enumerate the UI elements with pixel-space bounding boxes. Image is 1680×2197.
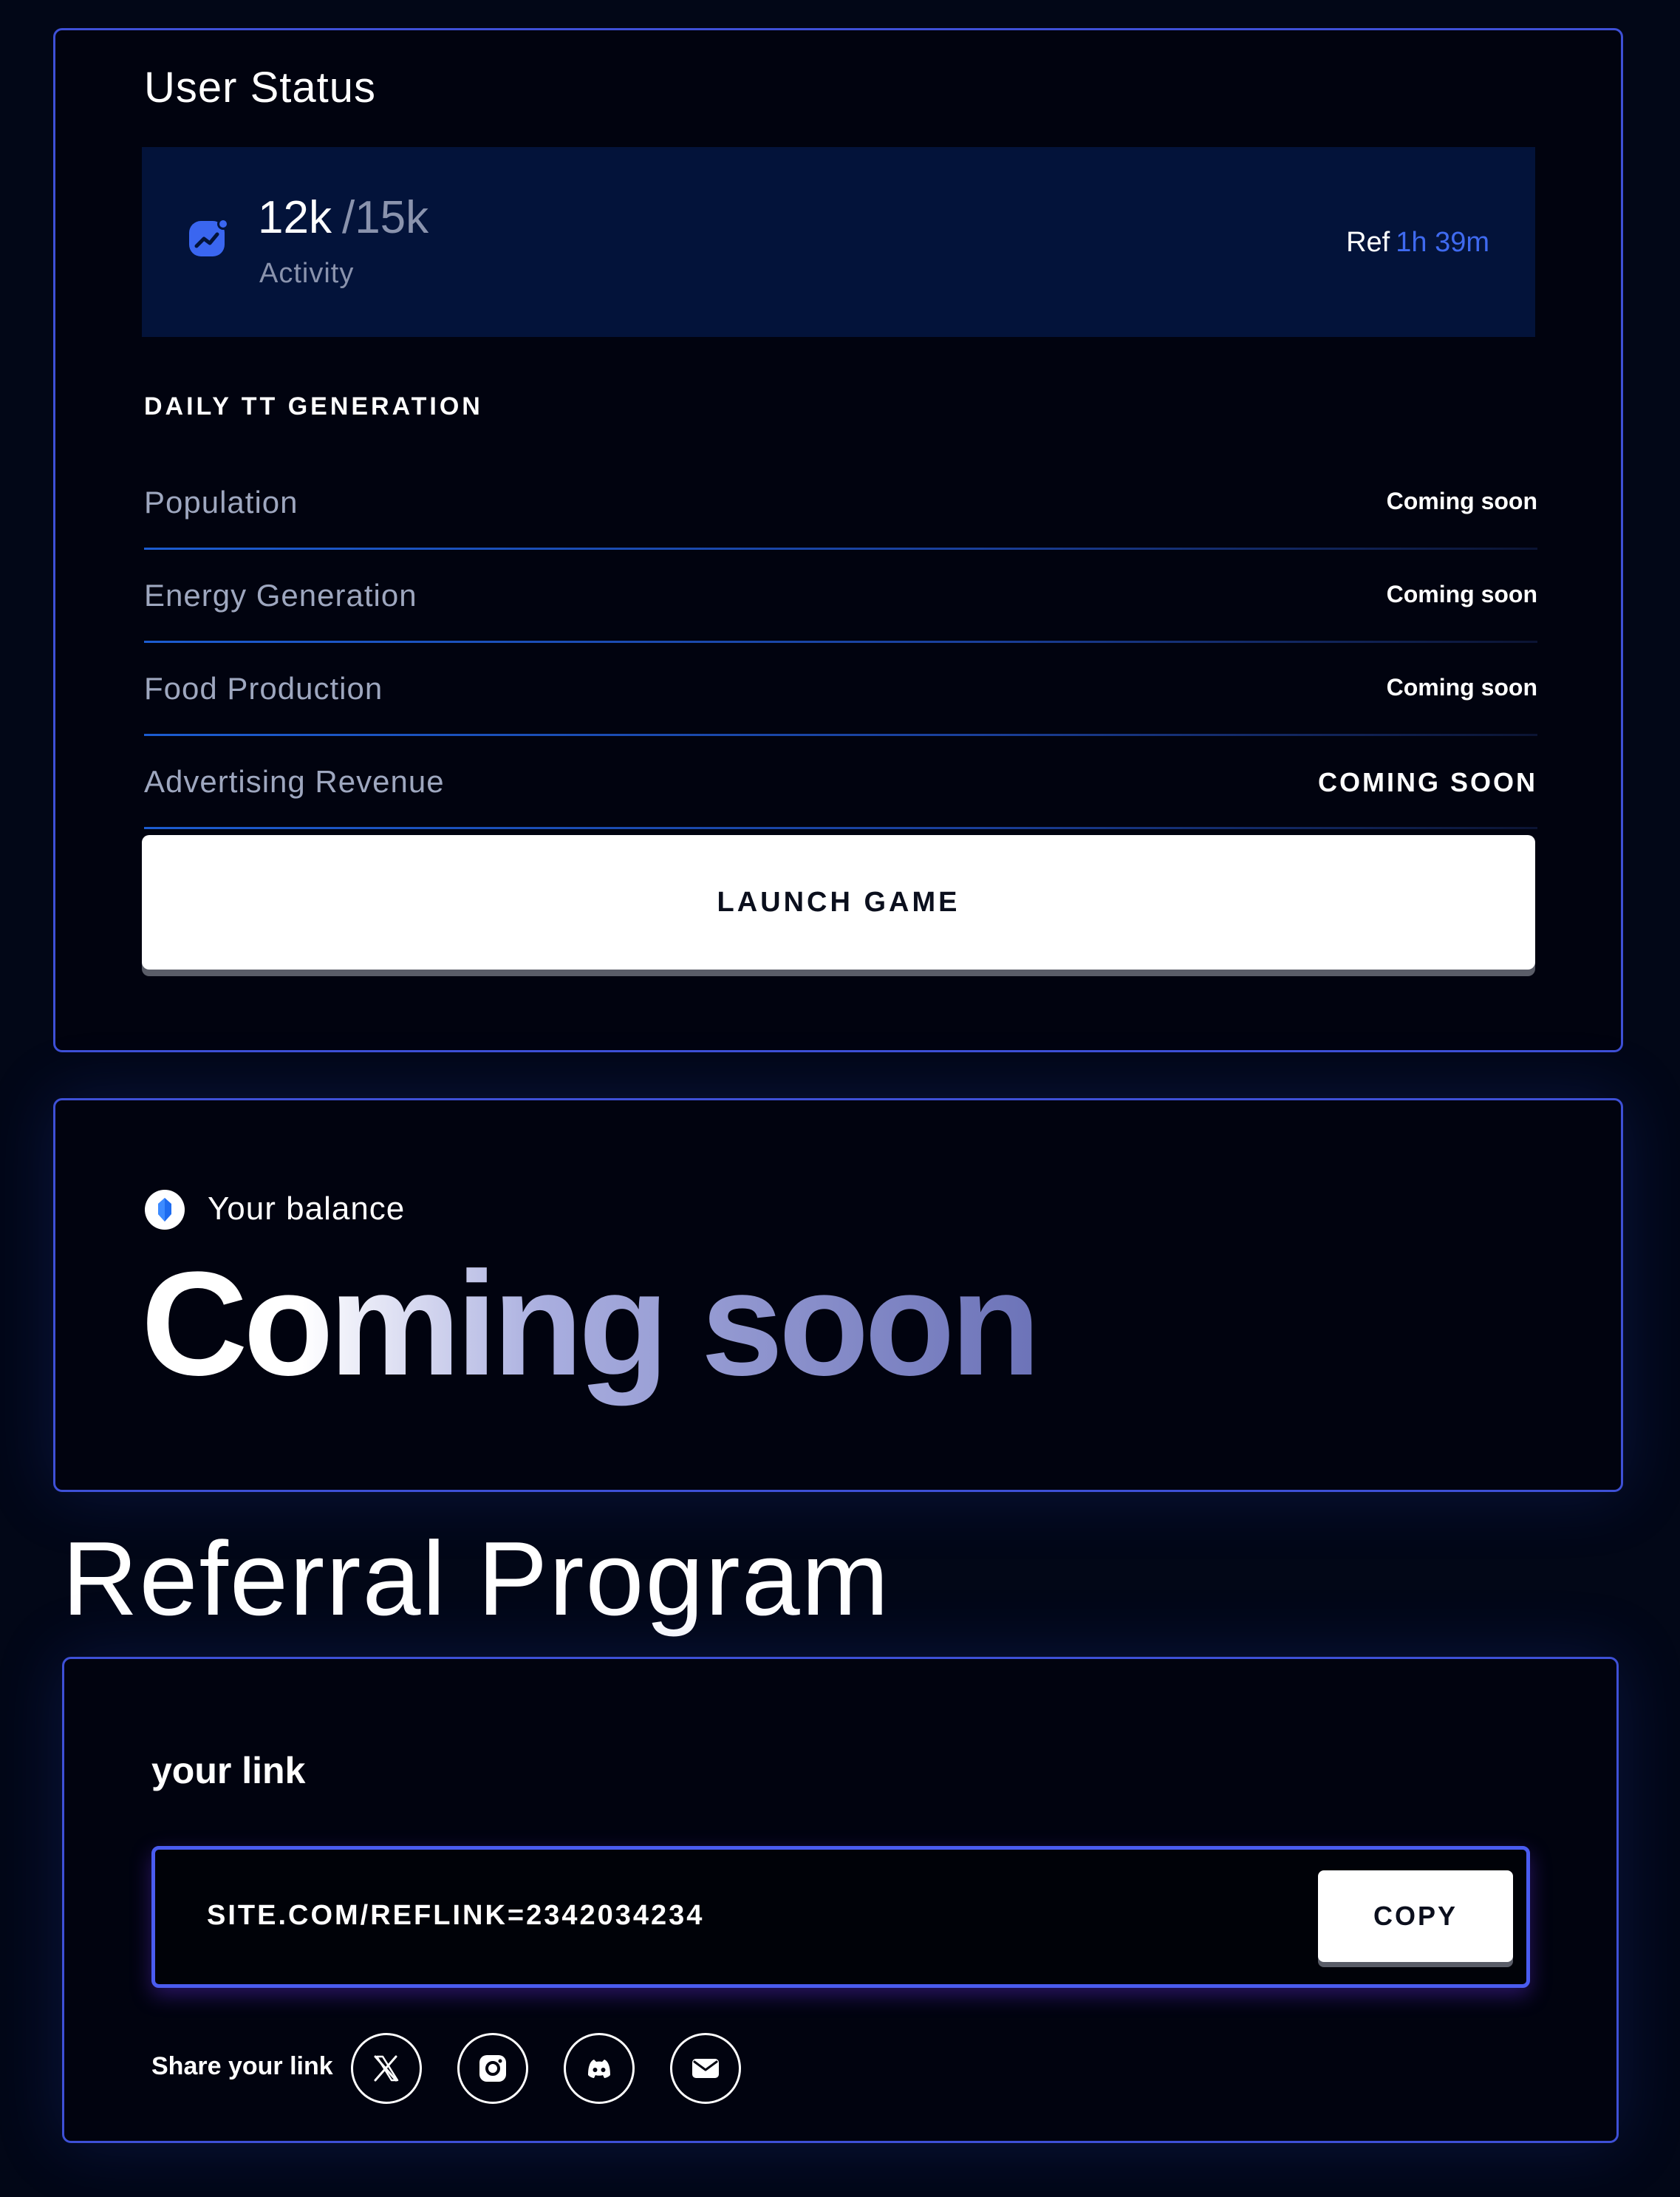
- generation-value: COMING SOON: [1317, 767, 1537, 797]
- activity-current: 12k: [258, 192, 332, 243]
- ref-label: Ref: [1346, 227, 1390, 258]
- generation-row-energy: Energy Generation Coming soon: [144, 550, 1537, 643]
- generation-row-population: Population Coming soon: [144, 457, 1537, 550]
- share-discord-button[interactable]: [564, 2033, 635, 2104]
- generation-value: Coming soon: [1386, 674, 1537, 701]
- generation-label: Population: [144, 485, 298, 520]
- share-label: Share your link: [151, 2052, 333, 2080]
- user-status-title: User Status: [144, 64, 376, 112]
- email-icon: [692, 2059, 719, 2078]
- generation-row-food: Food Production Coming soon: [144, 643, 1537, 736]
- referral-link-text: SITE.COM/REFLINK=2342034234: [207, 1900, 705, 1931]
- balance-value: Coming soon: [141, 1239, 1041, 1409]
- daily-generation-heading: DAILY TT GENERATION: [144, 392, 483, 420]
- balance-label: Your balance: [208, 1191, 406, 1227]
- activity-max: /15k: [341, 192, 429, 243]
- token-icon: [145, 1190, 185, 1230]
- generation-value: Coming soon: [1386, 488, 1537, 514]
- generation-value: Coming soon: [1386, 581, 1537, 607]
- ref-timer: Ref 1h 39m: [1346, 227, 1489, 259]
- your-link-label: your link: [151, 1750, 306, 1791]
- user-status-panel: User Status 12k/15k Activity Ref 1h 39m D…: [53, 28, 1623, 1052]
- ref-time: 1h 39m: [1396, 227, 1489, 258]
- x-icon: [374, 2055, 399, 2082]
- activity-card: 12k/15k Activity Ref 1h 39m: [142, 147, 1535, 337]
- generation-label: Energy Generation: [144, 578, 417, 613]
- activity-count: 12k/15k: [258, 191, 428, 244]
- activity-label: Activity: [259, 258, 355, 289]
- referral-panel: your link SITE.COM/REFLINK=2342034234 CO…: [62, 1657, 1619, 2143]
- launch-game-button[interactable]: LAUNCH GAME: [142, 835, 1535, 970]
- generation-label: Advertising Revenue: [144, 764, 445, 799]
- share-x-button[interactable]: [351, 2033, 422, 2104]
- instagram-icon: [479, 2055, 506, 2082]
- share-email-button[interactable]: [670, 2033, 741, 2104]
- discord-icon: [588, 2060, 610, 2078]
- share-instagram-button[interactable]: [457, 2033, 528, 2104]
- balance-panel: Your balance Coming soon: [53, 1098, 1623, 1492]
- generation-row-advertising: Advertising Revenue COMING SOON: [144, 736, 1537, 829]
- activity-chart-icon: [189, 218, 229, 256]
- copy-button[interactable]: COPY: [1318, 1870, 1513, 1962]
- generation-label: Food Production: [144, 671, 383, 706]
- referral-link-field[interactable]: SITE.COM/REFLINK=2342034234 COPY: [151, 1846, 1530, 1988]
- referral-title: Referral Program: [62, 1520, 890, 1638]
